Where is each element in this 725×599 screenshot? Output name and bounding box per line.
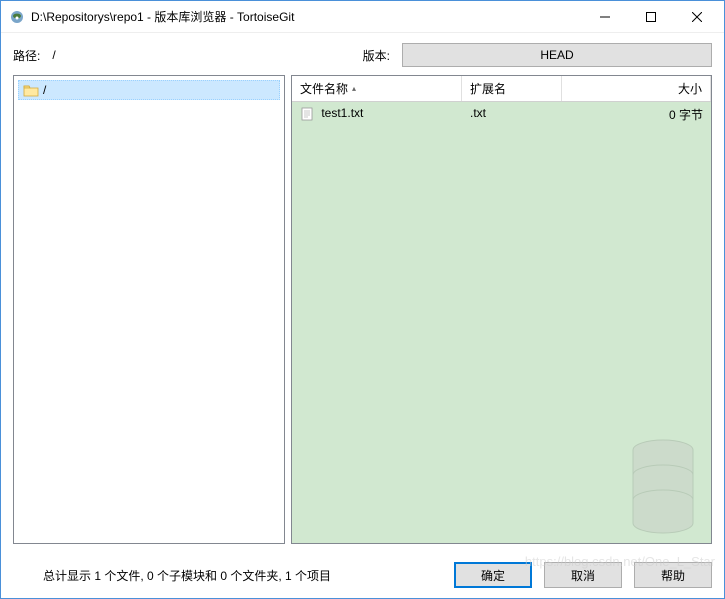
minimize-button[interactable] [582,2,628,32]
tree-root-label: / [43,83,46,97]
cell-size: 0 字节 [562,104,711,125]
tree-panel[interactable]: / [13,75,285,544]
ok-button[interactable]: 确定 [454,562,532,588]
path-value: / [48,48,354,62]
file-icon [300,107,314,121]
column-header-name[interactable]: 文件名称 ▴ [292,76,462,101]
window-frame: D:\Repositorys\repo1 - 版本库浏览器 - Tortoise… [0,0,725,599]
close-button[interactable] [674,2,720,32]
head-button[interactable]: HEAD [402,43,712,67]
list-header: 文件名称 ▴ 扩展名 大小 [292,76,711,102]
list-item[interactable]: test1.txt .txt 0 字节 [292,102,711,127]
column-ext-label: 扩展名 [470,80,506,97]
tree-root-item[interactable]: / [18,80,280,100]
maximize-button[interactable] [628,2,674,32]
column-header-size[interactable]: 大小 [562,76,711,101]
cell-name: test1.txt [292,104,462,125]
app-icon [9,9,25,25]
titlebar[interactable]: D:\Repositorys\repo1 - 版本库浏览器 - Tortoise… [1,1,724,33]
column-size-label: 大小 [678,80,702,97]
footer: 总计显示 1 个文件, 0 个子模块和 0 个文件夹, 1 个项目 确定 取消 … [1,552,724,598]
folder-icon [23,83,39,97]
sort-asc-icon: ▴ [352,84,356,93]
version-label: 版本: [363,47,390,64]
window-title: D:\Repositorys\repo1 - 版本库浏览器 - Tortoise… [31,8,582,25]
path-label: 路径: [13,47,40,64]
cancel-button[interactable]: 取消 [544,562,622,588]
help-button[interactable]: 帮助 [634,562,712,588]
column-header-ext[interactable]: 扩展名 [462,76,562,101]
file-list-panel: 文件名称 ▴ 扩展名 大小 test1.txt [291,75,712,544]
window-controls [582,2,720,32]
column-name-label: 文件名称 [300,80,348,97]
status-text: 总计显示 1 个文件, 0 个子模块和 0 个文件夹, 1 个项目 [13,567,442,584]
database-watermark-icon [623,435,703,535]
list-body[interactable]: test1.txt .txt 0 字节 [292,102,711,543]
main-area: / 文件名称 ▴ 扩展名 大小 [1,75,724,552]
file-name: test1.txt [321,106,363,120]
cell-ext: .txt [462,104,562,125]
top-bar: 路径: / 版本: HEAD [1,33,724,75]
